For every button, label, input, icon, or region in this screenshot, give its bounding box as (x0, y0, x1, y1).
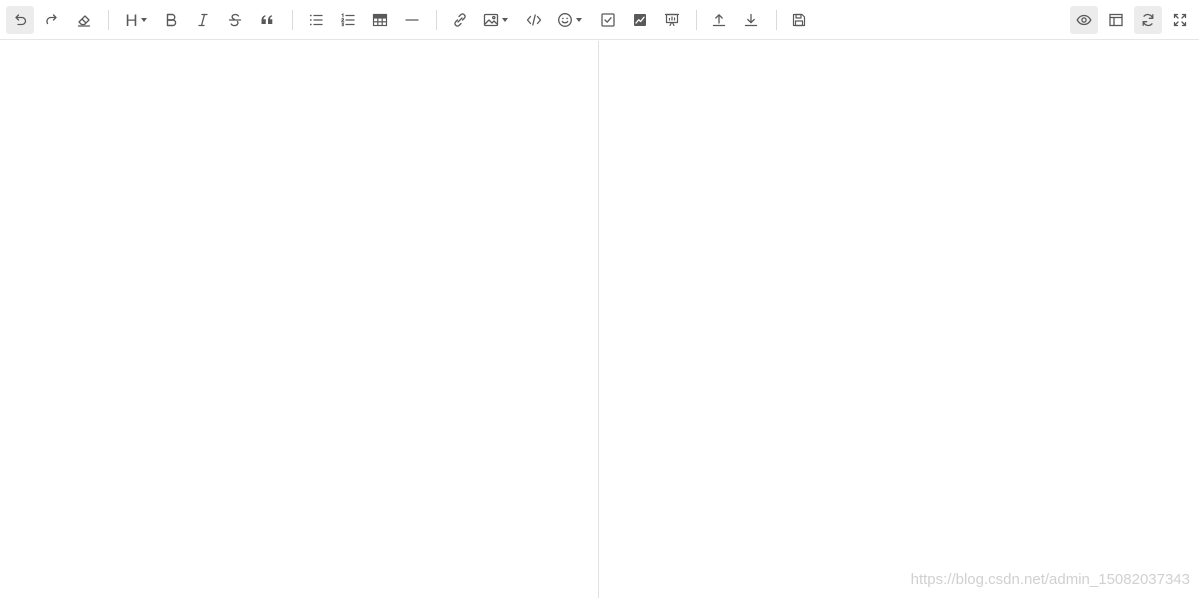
layout-toggle-button[interactable] (1102, 6, 1130, 34)
preview-toggle-button[interactable] (1070, 6, 1098, 34)
image-icon (483, 13, 498, 27)
table-button[interactable] (366, 6, 394, 34)
layout-icon (1109, 13, 1123, 27)
strikethrough-button[interactable] (221, 6, 249, 34)
markdown-input-pane[interactable] (0, 41, 599, 598)
image-button[interactable] (478, 6, 512, 34)
markdown-editor: H https://blog.csdn.net/admin_1508203734… (0, 0, 1199, 598)
italic-button[interactable] (189, 6, 217, 34)
undo-icon (15, 14, 27, 26)
caret-down-icon (575, 18, 582, 22)
heading-button[interactable]: H (119, 6, 153, 34)
save-icon (792, 13, 806, 27)
fullscreen-icon (1173, 13, 1187, 27)
sync-scroll-icon (1142, 13, 1154, 27)
upload-icon (712, 14, 726, 27)
unordered-list-button[interactable] (302, 6, 330, 34)
save-button[interactable] (785, 6, 813, 34)
editor-toolbar: H (0, 0, 1199, 40)
upload-button[interactable] (705, 6, 733, 34)
toolbar-divider (292, 10, 293, 30)
toolbar-divider (696, 10, 697, 30)
eye-icon (1076, 14, 1092, 26)
toolbar-divider (108, 10, 109, 30)
redo-button[interactable] (38, 6, 66, 34)
link-icon (454, 13, 466, 27)
ordered-list-icon (340, 13, 355, 27)
heading-icon: H (125, 10, 138, 30)
presentation-icon (664, 13, 680, 27)
link-button[interactable] (446, 6, 474, 34)
horizontal-rule-button[interactable] (398, 6, 426, 34)
toolbar-divider (436, 10, 437, 30)
italic-icon (198, 13, 208, 27)
emoji-button[interactable] (552, 6, 586, 34)
checklist-button[interactable] (594, 6, 622, 34)
ordered-list-button[interactable] (334, 6, 362, 34)
clear-format-button[interactable] (70, 6, 98, 34)
quote-icon (261, 15, 273, 24)
watermark-text: https://blog.csdn.net/admin_15082037343 (910, 571, 1190, 588)
bold-icon (166, 13, 177, 27)
presentation-button[interactable] (658, 6, 686, 34)
caret-down-icon (501, 18, 508, 22)
download-button[interactable] (737, 6, 765, 34)
table-icon (372, 13, 388, 27)
bold-button[interactable] (157, 6, 185, 34)
horizontal-rule-icon (405, 19, 419, 21)
fullscreen-button[interactable] (1166, 6, 1194, 34)
quote-button[interactable] (253, 6, 281, 34)
unordered-list-icon (309, 14, 323, 26)
chart-button[interactable] (626, 6, 654, 34)
chart-icon (634, 14, 646, 26)
toolbar-divider (776, 10, 777, 30)
strikethrough-icon (228, 13, 242, 27)
undo-button[interactable] (6, 6, 34, 34)
code-icon (526, 14, 542, 26)
redo-icon (46, 14, 57, 25)
checkbox-icon (601, 13, 615, 27)
caret-down-icon (140, 18, 147, 22)
sync-scroll-button[interactable] (1134, 6, 1162, 34)
emoji-icon (557, 13, 572, 27)
preview-pane (600, 41, 1199, 598)
eraser-icon (77, 15, 91, 27)
download-icon (744, 13, 758, 27)
code-button[interactable] (520, 6, 548, 34)
